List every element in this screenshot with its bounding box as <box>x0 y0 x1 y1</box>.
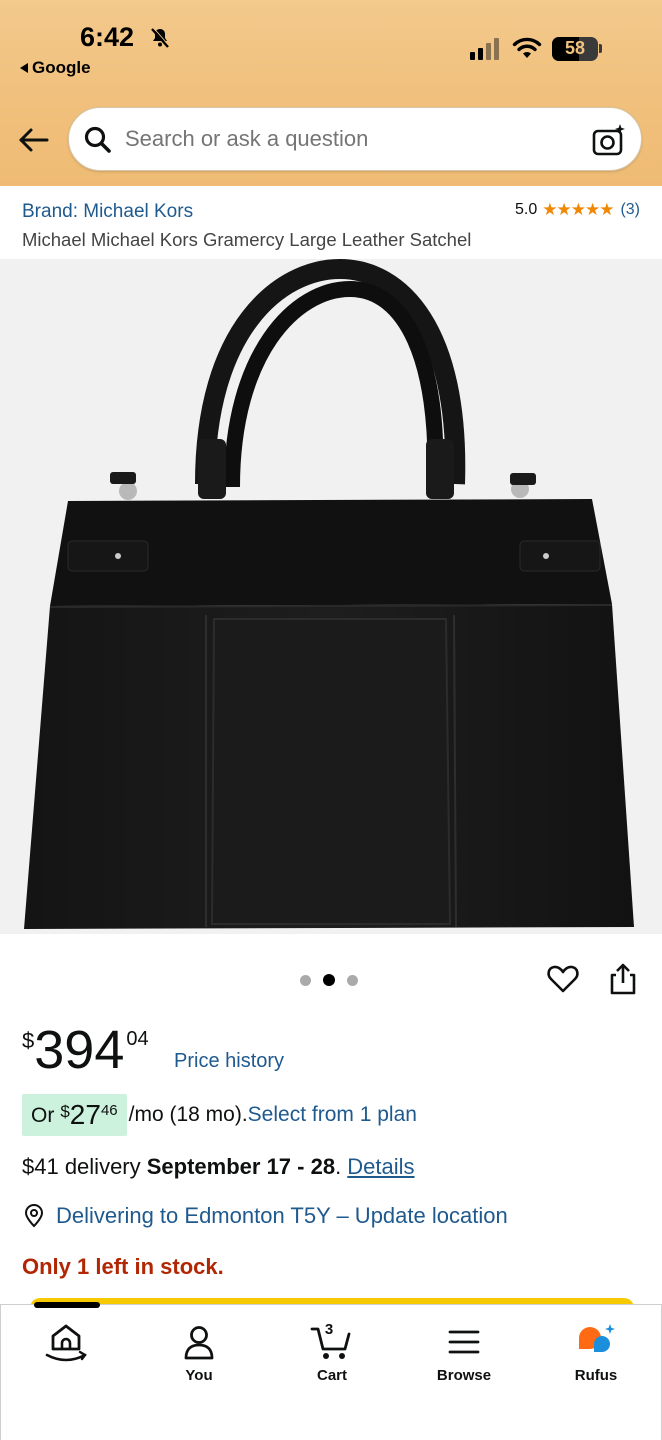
price-history-link[interactable]: Price history <box>174 1050 284 1073</box>
price-currency: $ <box>22 1028 35 1053</box>
stock-status: Only 1 left in stock. <box>22 1254 224 1279</box>
battery-nub <box>599 44 602 53</box>
delivery-info: $41 delivery September 17 - 28. Details <box>22 1154 415 1180</box>
installment-currency: $ <box>60 1102 70 1121</box>
battery-percent: 58 <box>564 38 586 58</box>
rating-summary[interactable]: 5.0 ★★★★★ (3) <box>515 200 640 220</box>
back-app-label: Google <box>32 58 91 77</box>
delivery-dates: September 17 - 28 <box>146 1154 336 1179</box>
user-icon <box>184 1326 214 1360</box>
price-fraction: 04 <box>126 1028 149 1050</box>
delivery-location[interactable]: Delivering to Edmonton T5Y – Update loca… <box>22 1203 508 1229</box>
bottom-navigation: You 3 Cart Browse Rufus <box>0 1304 662 1440</box>
battery-icon: 58 <box>552 37 598 61</box>
status-time: 6:42 <box>80 22 135 52</box>
select-plan-link[interactable]: Select from 1 plan <box>248 1103 417 1127</box>
nav-home[interactable] <box>21 1319 111 1367</box>
search-bar[interactable] <box>68 107 642 171</box>
brand-link[interactable]: Brand: Michael Kors <box>22 201 193 223</box>
nav-cart[interactable]: 3 Cart <box>287 1319 377 1384</box>
image-pagination[interactable] <box>300 974 358 986</box>
cart-count-badge: 3 <box>324 1321 334 1338</box>
back-to-google-link[interactable]: Google <box>20 58 91 78</box>
installment-offer: Or $ 27 46 /mo (18 mo). Select from 1 pl… <box>22 1094 417 1136</box>
price: $ 394 04 <box>22 1022 149 1078</box>
location-pin-icon <box>24 1204 44 1228</box>
back-arrow-icon[interactable] <box>16 122 52 158</box>
pagination-dot[interactable] <box>347 974 358 986</box>
installment-highlight: Or $ 27 46 <box>22 1094 127 1136</box>
nav-rufus-label: Rufus <box>574 1367 618 1384</box>
heart-icon[interactable] <box>546 962 580 996</box>
bell-slash-icon <box>151 27 170 48</box>
pagination-dot[interactable] <box>300 974 311 986</box>
installment-fraction: 46 <box>100 1102 118 1119</box>
location-text[interactable]: Delivering to Edmonton T5Y – Update loca… <box>56 1203 508 1229</box>
search-input[interactable] <box>125 126 575 152</box>
nav-browse[interactable]: Browse <box>419 1319 509 1384</box>
nav-you[interactable]: You <box>154 1319 244 1384</box>
cellular-signal-icon <box>470 38 499 60</box>
delivery-suffix: . <box>335 1154 348 1179</box>
wifi-icon <box>512 37 542 58</box>
nav-you-label: You <box>185 1367 213 1384</box>
delivery-fee: $41 delivery <box>22 1154 147 1179</box>
camera-sparkle-icon[interactable] <box>591 122 627 158</box>
rating-value: 5.0 <box>514 201 538 218</box>
price-whole: 394 <box>34 1020 125 1080</box>
pagination-dot-active[interactable] <box>323 974 335 986</box>
installment-whole: 27 <box>69 1099 101 1130</box>
product-image <box>24 259 634 929</box>
product-title: Michael Michael Kors Gramercy Large Leat… <box>22 229 472 250</box>
installment-prefix: Or <box>31 1104 55 1127</box>
search-icon <box>84 126 111 153</box>
nav-cart-label: Cart <box>316 1367 347 1384</box>
share-icon[interactable] <box>606 962 640 996</box>
menu-icon <box>448 1330 480 1354</box>
home-indicator <box>34 1302 100 1308</box>
back-triangle-icon <box>20 63 28 73</box>
nav-browse-label: Browse <box>436 1367 492 1384</box>
product-image-carousel[interactable] <box>0 259 662 934</box>
app-header: 6:42 Google 58 <box>0 0 662 186</box>
home-icon <box>45 1324 87 1362</box>
rating-count[interactable]: (3) <box>620 201 640 219</box>
installment-term: /mo (18 mo). <box>128 1103 248 1126</box>
nav-rufus[interactable]: Rufus <box>551 1319 641 1384</box>
star-rating-icon: ★★★★★ <box>542 200 614 219</box>
rufus-icon <box>579 1324 615 1352</box>
delivery-details-link[interactable]: Details <box>347 1154 414 1179</box>
